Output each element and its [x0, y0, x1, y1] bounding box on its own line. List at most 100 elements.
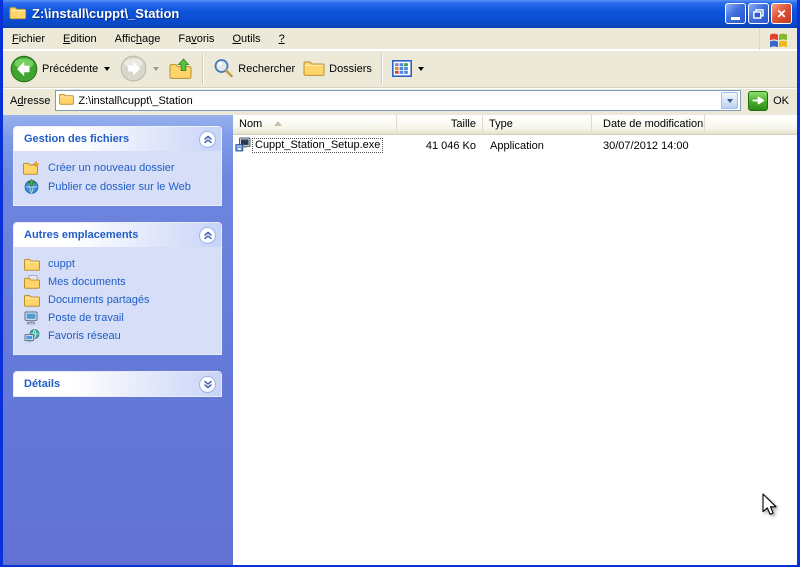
file-list: Nom Taille Type Date de modification: [233, 115, 797, 565]
go-arrow-icon: [748, 91, 768, 111]
search-label: Rechercher: [238, 63, 295, 75]
sidebar-item-mes-documents[interactable]: Mes documents: [23, 273, 217, 291]
back-label: Précédente: [42, 63, 98, 75]
search-icon: [213, 58, 234, 79]
column-header-nom[interactable]: Nom: [233, 115, 397, 135]
go-button[interactable]: OK: [746, 91, 791, 111]
list-header: Nom Taille Type Date de modification: [233, 115, 797, 135]
column-header-taille[interactable]: Taille: [397, 115, 483, 135]
window-controls: ✕: [725, 3, 792, 24]
go-label: OK: [773, 95, 789, 107]
views-button[interactable]: [389, 58, 429, 79]
up-folder-icon: [169, 58, 193, 80]
sidebar-item-documents-partages[interactable]: Documents partagés: [23, 291, 217, 309]
folders-icon: [303, 60, 325, 77]
menu-fichier[interactable]: Fichier: [3, 29, 54, 49]
toolbar: Précédente Rechercher: [3, 50, 797, 88]
network-places-icon: [23, 329, 40, 343]
toolbar-separator: [202, 54, 204, 84]
file-size: 41 046 Ko: [397, 140, 483, 152]
windows-logo-icon: [759, 28, 797, 50]
column-header-filler: [705, 115, 797, 135]
sidebar-item-favoris-reseau[interactable]: Favoris réseau: [23, 327, 217, 345]
sidebar-item-label: cuppt: [48, 257, 75, 271]
folders-button[interactable]: Dossiers: [300, 58, 375, 79]
chevron-down-icon: [203, 380, 213, 389]
my-documents-icon: [23, 275, 40, 289]
menu-edition[interactable]: Edition: [54, 29, 106, 49]
back-button[interactable]: Précédente: [7, 53, 115, 85]
collapse-button[interactable]: [199, 227, 216, 244]
up-button[interactable]: [166, 56, 196, 82]
forward-arrow-icon: [120, 55, 147, 82]
panel-title: Autres emplacements: [24, 229, 199, 241]
folders-label: Dossiers: [329, 63, 372, 75]
shared-documents-icon: [23, 294, 40, 307]
folder-icon: [23, 258, 40, 271]
address-bar: Adresse Z:\install\cuppt\_Station OK: [3, 88, 797, 115]
forward-dropdown-icon: [153, 67, 159, 71]
sidebar-item-label: Favoris réseau: [48, 329, 121, 343]
setup-exe-icon: [235, 137, 251, 155]
content: Gestion des fichiers: [3, 115, 797, 565]
column-header-type[interactable]: Type: [483, 115, 592, 135]
panel-other-places-header[interactable]: Autres emplacements: [14, 223, 221, 247]
forward-button[interactable]: [117, 53, 164, 84]
file-name[interactable]: Cuppt_Station_Setup.exe: [252, 138, 383, 153]
menu-aide[interactable]: ?: [270, 29, 294, 49]
file-date: 30/07/2012 14:00: [592, 140, 705, 152]
sidebar-item-new-folder[interactable]: Créer un nouveau dossier: [23, 159, 217, 177]
address-input[interactable]: Z:\install\cuppt\_Station: [55, 90, 741, 111]
minimize-icon: [731, 17, 740, 20]
sidebar-item-label: Mes documents: [48, 275, 126, 289]
menu-bar: Fichier Edition Affichage Favoris Outils…: [3, 28, 797, 50]
collapse-button[interactable]: [199, 131, 216, 148]
new-folder-icon: [23, 161, 40, 175]
task-pane-sidebar: Gestion des fichiers: [3, 115, 233, 565]
sidebar-item-label: Publier ce dossier sur le Web: [48, 180, 191, 194]
sort-ascending-icon: [274, 121, 282, 126]
computer-icon: [23, 311, 40, 325]
address-path: Z:\install\cuppt\_Station: [78, 95, 717, 107]
menu-favoris[interactable]: Favoris: [169, 29, 223, 49]
file-name-cell[interactable]: Cuppt_Station_Setup.exe: [233, 137, 397, 155]
address-dropdown-button[interactable]: [721, 92, 738, 109]
search-button[interactable]: Rechercher: [210, 56, 298, 81]
panel-other-places-body: cuppt Mes documents: [14, 247, 221, 354]
sidebar-item-publish-web[interactable]: Publier ce dossier sur le Web: [23, 177, 217, 196]
table-row[interactable]: Cuppt_Station_Setup.exe 41 046 Ko Applic…: [233, 137, 797, 154]
sidebar-item-label: Documents partagés: [48, 293, 150, 307]
sidebar-item-cuppt[interactable]: cuppt: [23, 255, 217, 273]
panel-title: Gestion des fichiers: [24, 133, 199, 145]
folder-open-icon: [9, 5, 27, 23]
expand-button[interactable]: [199, 376, 216, 393]
menu-outils[interactable]: Outils: [223, 29, 269, 49]
column-header-date[interactable]: Date de modification: [592, 115, 705, 135]
views-icon: [392, 60, 412, 77]
close-button[interactable]: ✕: [771, 3, 792, 24]
folder-icon: [59, 93, 74, 108]
restore-button[interactable]: [748, 3, 769, 24]
address-label: Adresse: [10, 95, 50, 107]
publish-web-icon: [23, 179, 40, 194]
minimize-button[interactable]: [725, 3, 746, 24]
chevron-up-icon: [203, 135, 213, 144]
panel-other-places: Autres emplacements: [13, 222, 222, 355]
menu-affichage[interactable]: Affichage: [106, 29, 170, 49]
panel-file-tasks-body: Créer un nouveau dossier Publier ce doss…: [14, 151, 221, 205]
close-icon: ✕: [776, 7, 786, 21]
file-type: Application: [483, 140, 592, 152]
views-dropdown-icon[interactable]: [418, 67, 424, 71]
back-arrow-icon: [10, 55, 38, 83]
sidebar-item-poste-de-travail[interactable]: Poste de travail: [23, 309, 217, 327]
back-dropdown-icon[interactable]: [104, 67, 110, 71]
sidebar-item-label: Créer un nouveau dossier: [48, 161, 175, 175]
panel-details-header[interactable]: Détails: [14, 372, 221, 396]
panel-details: Détails: [13, 371, 222, 397]
chevron-up-icon: [203, 231, 213, 240]
chevron-down-icon: [727, 99, 733, 103]
toolbar-separator: [381, 54, 383, 84]
panel-file-tasks-header[interactable]: Gestion des fichiers: [14, 127, 221, 151]
panel-file-tasks: Gestion des fichiers: [13, 126, 222, 206]
title-bar[interactable]: Z:\install\cuppt\_Station ✕: [3, 0, 797, 28]
